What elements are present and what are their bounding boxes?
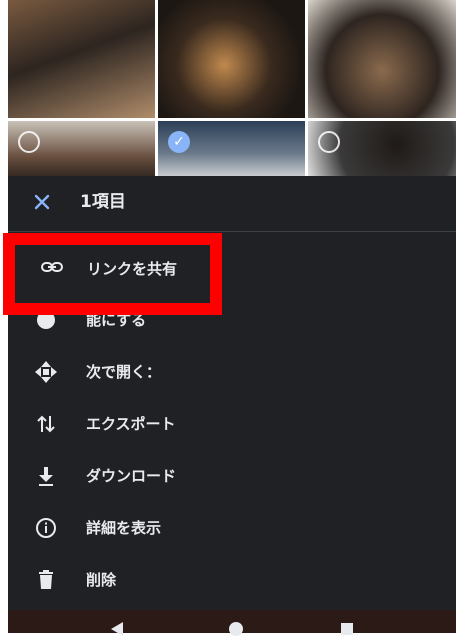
sheet-title: 1項目 [80, 192, 126, 212]
menu-item-label: エクスポート [86, 415, 176, 433]
close-icon[interactable] [30, 190, 54, 214]
sheet-header: 1項目 [8, 176, 456, 232]
check-circle-icon[interactable]: ✓ [168, 131, 190, 153]
photo-thumbnail[interactable] [8, 0, 155, 118]
menu-item-delete[interactable]: 削除 [8, 554, 456, 606]
unselected-circle-icon[interactable] [318, 131, 340, 153]
menu-item-open-with[interactable]: 次で開く： [8, 346, 456, 398]
open-with-icon [34, 360, 58, 384]
highlight-box: リンクを共有 [3, 233, 222, 315]
photo-thumbnail[interactable] [308, 0, 456, 118]
photo-thumbnail-selected[interactable]: ✓ [158, 121, 305, 180]
unselected-circle-icon[interactable] [18, 131, 40, 153]
photo-thumbnail[interactable] [158, 0, 305, 118]
export-icon [34, 412, 58, 436]
menu-item-download[interactable]: ダウンロード [8, 450, 456, 502]
menu-item-details[interactable]: 詳細を表示 [8, 502, 456, 554]
photo-thumbnail[interactable] [8, 121, 155, 180]
menu-item-label: 次で開く： [86, 363, 162, 381]
back-icon[interactable] [111, 622, 123, 636]
menu-item-label: 詳細を表示 [86, 519, 162, 537]
menu-item-label: ダウンロード [86, 467, 177, 485]
navigation-bar [8, 610, 456, 636]
download-icon [34, 464, 58, 488]
photo-grid: ✓ [0, 0, 456, 180]
menu-item-label: 削除 [86, 571, 117, 589]
home-icon[interactable] [229, 622, 243, 636]
menu-item-share-link[interactable]: リンクを共有 [29, 243, 229, 295]
trash-icon [34, 568, 58, 592]
link-icon [40, 255, 64, 279]
recent-apps-icon[interactable] [341, 623, 353, 635]
menu-item-label: リンクを共有 [87, 260, 178, 278]
info-icon [34, 516, 58, 540]
photo-thumbnail[interactable] [308, 121, 456, 180]
menu-item-export[interactable]: エクスポート [8, 398, 456, 450]
